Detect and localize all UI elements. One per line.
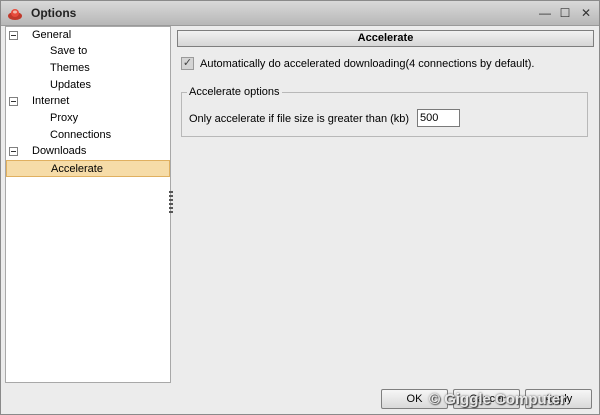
tree-item-connections[interactable]: Connections: [6, 127, 170, 143]
tree-item-proxy[interactable]: Proxy: [6, 110, 170, 126]
cancel-button[interactable]: Cancel: [453, 389, 520, 409]
tree-label: Downloads: [32, 145, 87, 157]
file-size-input[interactable]: [417, 109, 460, 127]
options-tree: General Save to Themes Updates Internet …: [5, 26, 171, 383]
tree-item-updates[interactable]: Updates: [6, 77, 170, 93]
tree-label: Save to: [50, 45, 88, 57]
collapse-icon[interactable]: [9, 31, 18, 40]
minimize-button[interactable]: —: [537, 5, 553, 21]
tree-item-themes[interactable]: Themes: [6, 60, 170, 76]
tree-label: Connections: [50, 129, 112, 141]
file-size-label: Only accelerate if file size is greater …: [189, 113, 410, 125]
splitter-handle[interactable]: [169, 191, 173, 215]
maximize-button[interactable]: ☐: [557, 5, 573, 21]
accelerate-checkbox[interactable]: ✓: [181, 57, 194, 70]
app-icon: [8, 9, 22, 20]
collapse-icon[interactable]: [9, 147, 18, 156]
close-button[interactable]: ✕: [578, 5, 594, 21]
window-title: Options: [31, 6, 77, 20]
tree-label: Accelerate: [51, 163, 103, 175]
tree-item-accelerate[interactable]: Accelerate: [6, 160, 170, 177]
tree-label: General: [32, 29, 72, 41]
tree-label: Themes: [50, 62, 90, 74]
tree-category-downloads[interactable]: Downloads: [6, 143, 170, 159]
tree-label: Proxy: [50, 112, 79, 124]
panel-header: Accelerate: [177, 30, 594, 47]
tree-category-general[interactable]: General: [6, 27, 170, 43]
tree-item-save-to[interactable]: Save to: [6, 43, 170, 59]
tree-category-internet[interactable]: Internet: [6, 93, 170, 109]
collapse-icon[interactable]: [9, 97, 18, 106]
group-title: Accelerate options: [187, 86, 282, 98]
tree-label: Updates: [50, 79, 91, 91]
options-window: Options — ☐ ✕ General Save to Themes Upd…: [0, 0, 600, 415]
tree-label: Internet: [32, 95, 70, 107]
ok-button[interactable]: OK: [381, 389, 448, 409]
accelerate-checkbox-label[interactable]: Automatically do accelerated downloading…: [200, 57, 534, 71]
title-bar[interactable]: Options — ☐ ✕: [1, 1, 599, 26]
apply-button[interactable]: Apply: [525, 389, 592, 409]
